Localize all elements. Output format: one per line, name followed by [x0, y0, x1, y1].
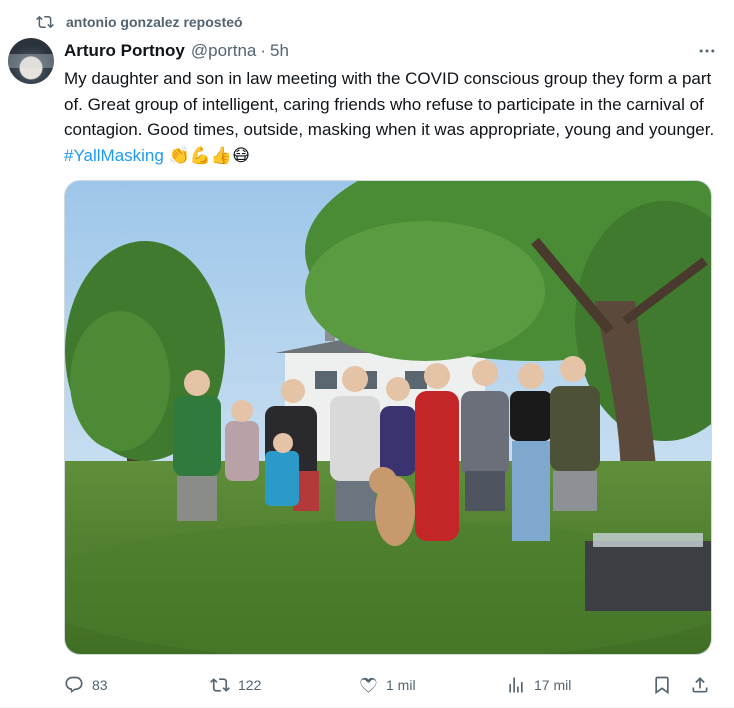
tweet-body: My daughter and son in law meeting with …: [64, 69, 715, 139]
more-options-icon[interactable]: [694, 40, 720, 62]
repost-indicator: antonio gonzalez reposteó: [36, 12, 243, 32]
avatar[interactable]: [8, 38, 54, 84]
tweet-text: My daughter and son in law meeting with …: [64, 66, 719, 168]
like-button[interactable]: 1 mil: [358, 675, 416, 695]
reply-count: 83: [92, 677, 108, 693]
timestamp[interactable]: 5h: [270, 41, 289, 61]
reply-button[interactable]: 83: [64, 675, 108, 695]
tweet-header: Arturo Portnoy @portna · 5h: [64, 40, 720, 62]
author-handle[interactable]: @portna: [191, 41, 256, 61]
bookmark-icon: [655, 676, 669, 695]
retweet-icon: [36, 13, 54, 31]
like-count: 1 mil: [386, 677, 416, 693]
repost-label[interactable]: antonio gonzalez reposteó: [66, 14, 243, 30]
bookmark-button[interactable]: [652, 675, 672, 695]
reply-icon: [65, 676, 83, 693]
repost-button[interactable]: 122: [210, 675, 261, 695]
group-photo-image: [65, 181, 711, 654]
repost-icon: [210, 678, 230, 692]
views-button[interactable]: 17 mil: [506, 675, 571, 695]
heart-icon: [360, 677, 377, 693]
repost-count: 122: [238, 677, 262, 693]
share-button[interactable]: [690, 675, 710, 695]
share-icon: [692, 677, 708, 693]
views-icon: [509, 677, 523, 693]
author-name[interactable]: Arturo Portnoy: [64, 41, 185, 61]
tweet-card[interactable]: antonio gonzalez reposteó Arturo Portnoy…: [0, 0, 734, 708]
hashtag-link[interactable]: #YallMasking: [64, 146, 164, 165]
tweet-photo[interactable]: [64, 180, 712, 655]
tweet-actions: 83 122 1 mil 17 mil: [64, 670, 724, 700]
separator-dot: ·: [260, 41, 267, 60]
tweet-emojis: 👏💪👍😷: [168, 145, 250, 165]
views-count: 17 mil: [534, 677, 572, 693]
